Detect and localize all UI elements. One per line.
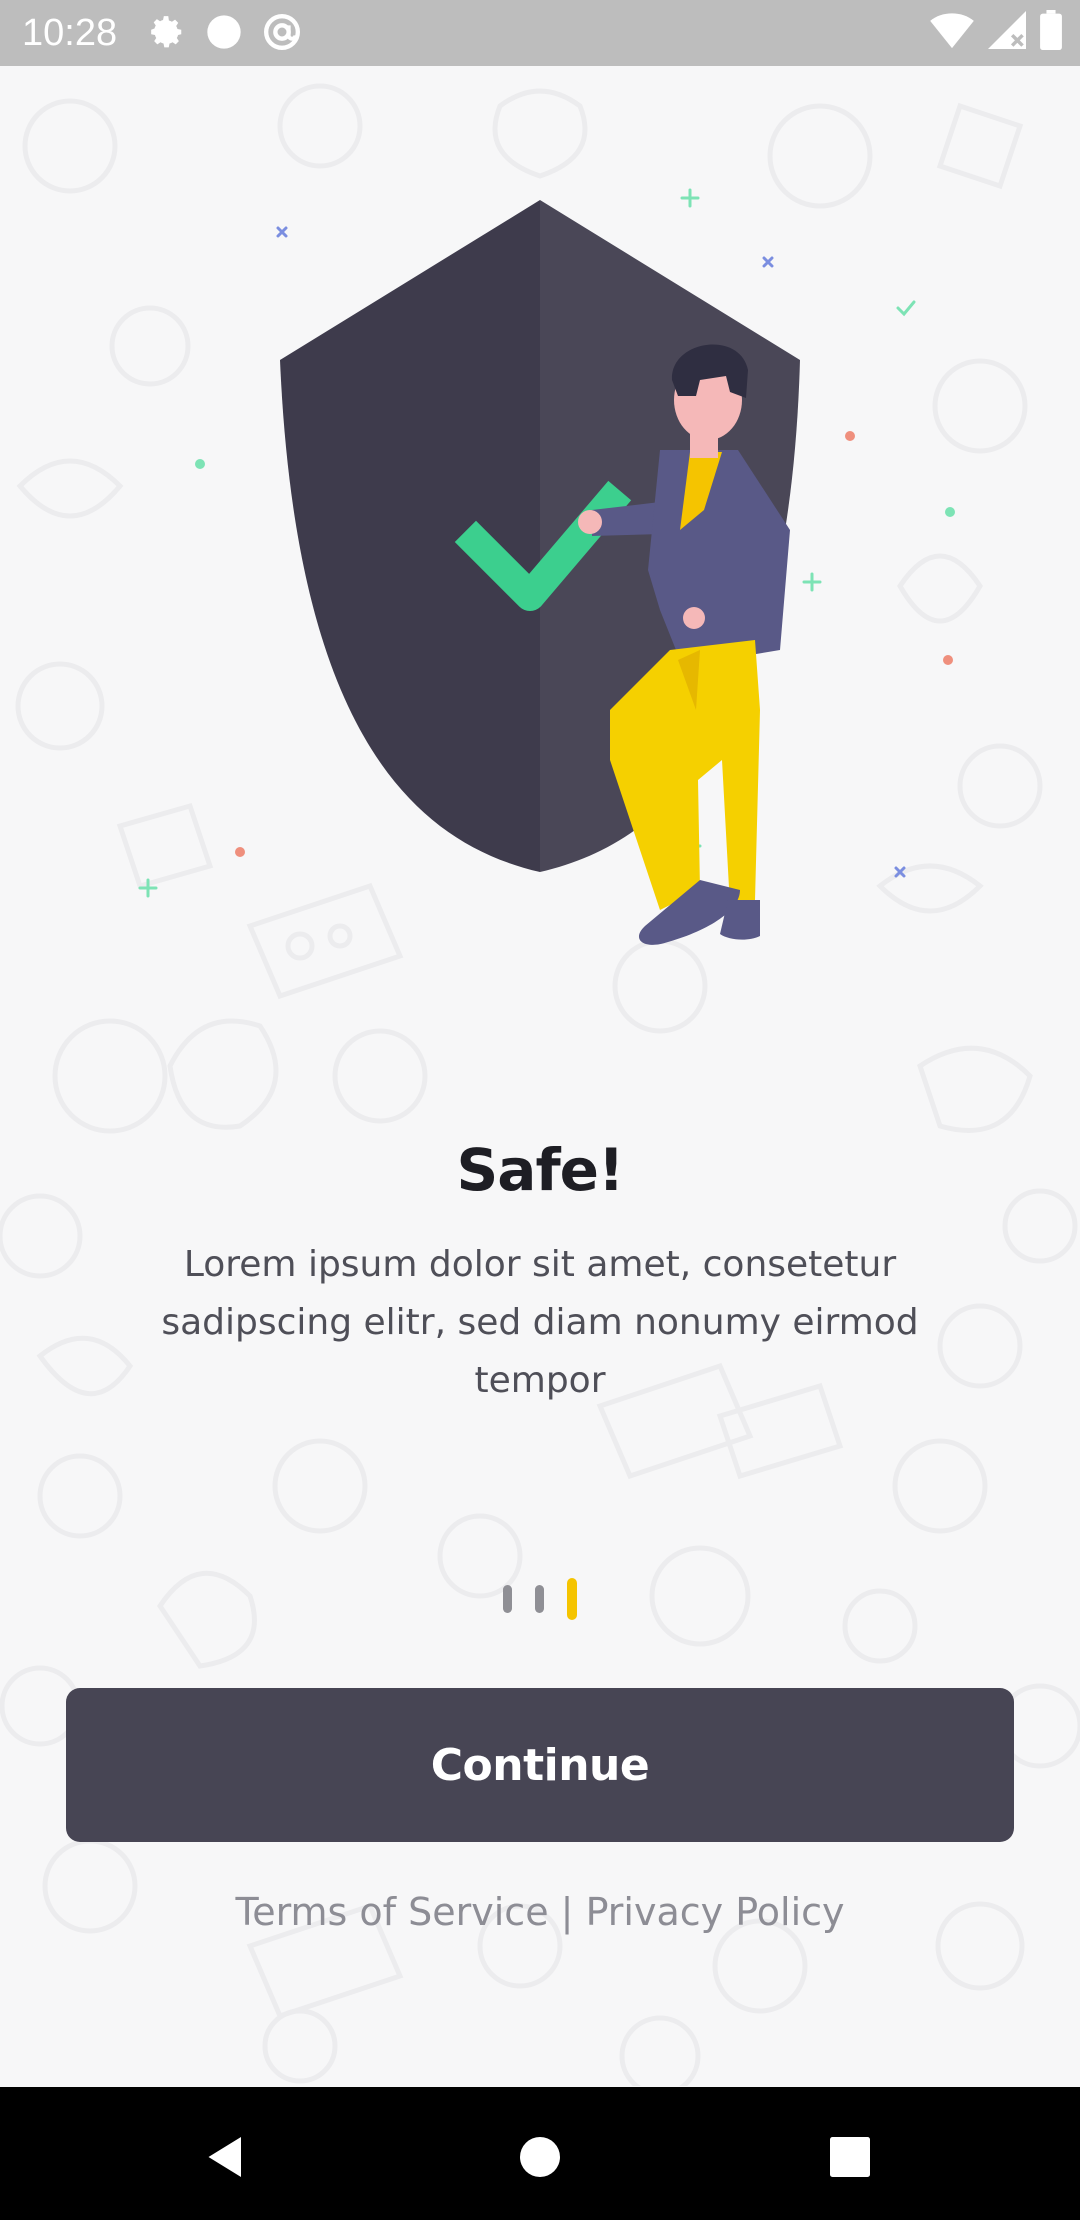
home-icon bbox=[520, 2137, 560, 2177]
legal-links: Terms of Service | Privacy Policy bbox=[0, 1882, 1080, 1942]
page-dot-2[interactable] bbox=[535, 1585, 544, 1613]
recents-icon bbox=[830, 2137, 870, 2177]
home-button[interactable] bbox=[490, 2107, 590, 2207]
navigation-bar bbox=[0, 2087, 1080, 2220]
battery-icon bbox=[1040, 10, 1062, 54]
security-shield-illustration bbox=[138, 188, 955, 945]
back-button[interactable] bbox=[176, 2107, 276, 2207]
page-indicator bbox=[0, 1578, 1080, 1620]
signal-icon bbox=[988, 10, 1026, 54]
onboarding-title: Safe! bbox=[456, 1136, 625, 1204]
circle-icon bbox=[204, 12, 244, 56]
terms-of-service-link[interactable]: Terms of Service bbox=[235, 1890, 548, 1934]
legal-separator: | bbox=[548, 1890, 586, 1934]
wifi-icon bbox=[930, 10, 974, 54]
onboarding-screen: 10:28 Safe! Lorem ipsum dolor sit amet, … bbox=[0, 0, 1080, 2220]
page-dot-3-active[interactable] bbox=[567, 1578, 577, 1620]
recents-button[interactable] bbox=[800, 2107, 900, 2207]
settings-icon bbox=[148, 13, 186, 55]
page-dot-1[interactable] bbox=[503, 1585, 512, 1613]
at-sign-icon bbox=[262, 12, 302, 56]
continue-button[interactable]: Continue bbox=[66, 1688, 1014, 1842]
back-icon bbox=[208, 2137, 241, 2177]
status-time: 10:28 bbox=[22, 12, 118, 54]
status-bar: 10:28 bbox=[0, 0, 1080, 66]
onboarding-description: Lorem ipsum dolor sit amet, consetetur s… bbox=[161, 1244, 919, 1401]
privacy-policy-link[interactable]: Privacy Policy bbox=[586, 1890, 845, 1934]
